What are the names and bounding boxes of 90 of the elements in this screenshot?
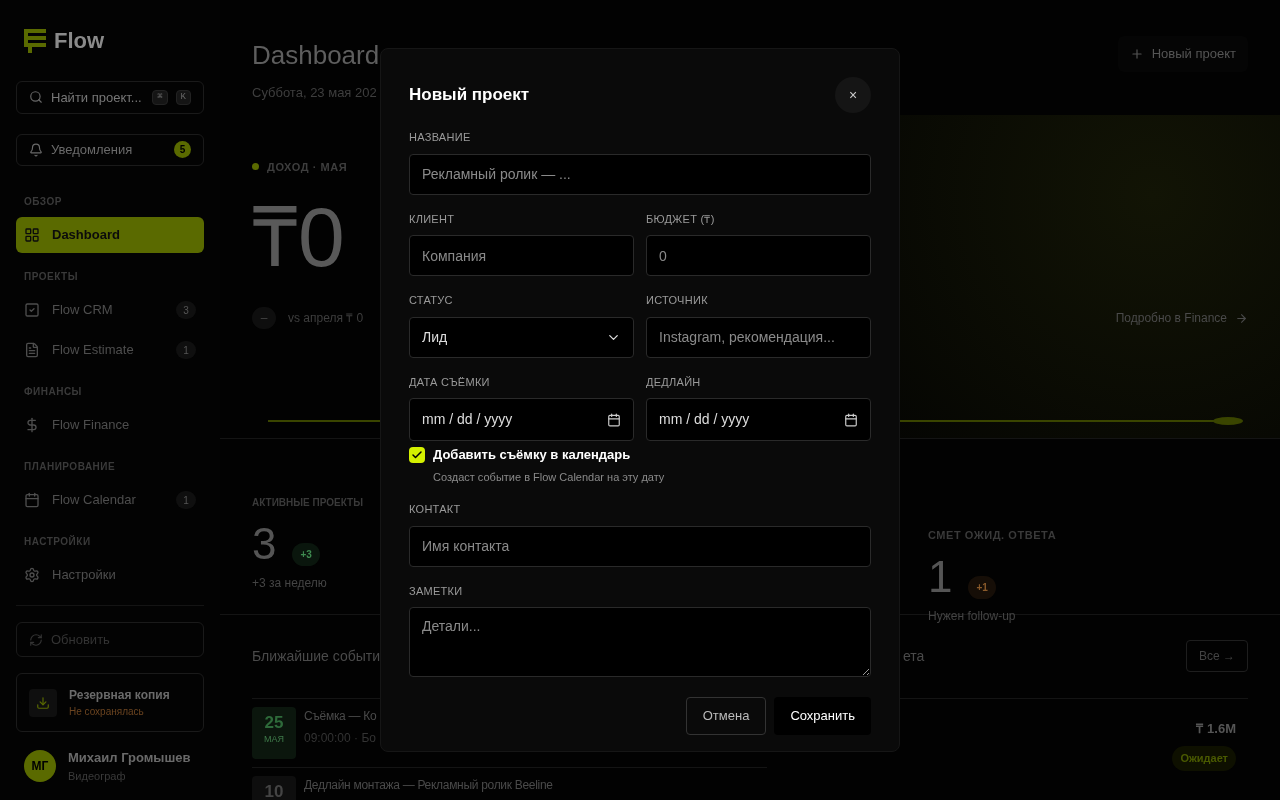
stat-badge: +1 xyxy=(968,576,996,599)
sidebar-item-label: Flow Estimate xyxy=(52,341,135,360)
revenue-label: ДОХОД · МАЯ xyxy=(267,159,348,175)
field-label: ДАТА СЪЁМКИ xyxy=(409,374,491,390)
dollar-icon xyxy=(24,417,40,433)
stat-label: СМЕТ ОЖИД. ОТВЕТА xyxy=(928,527,1057,543)
refresh-icon xyxy=(29,632,43,647)
finance-link[interactable]: Подробно в Finance xyxy=(1115,309,1248,327)
arrow-right-icon xyxy=(1235,311,1248,325)
estimate-status: Ожидает xyxy=(1172,746,1236,771)
search-field[interactable]: Найти проект... ⌘ K xyxy=(16,81,204,114)
calendar-icon xyxy=(844,412,858,427)
sidebar-item[interactable]: Flow Calendar 1 xyxy=(16,482,204,518)
item-count: 1 xyxy=(176,491,196,509)
event-title: Съёмка — Ко xyxy=(304,707,377,725)
stat-note: Нужен follow-up xyxy=(928,608,1016,625)
field-label: СТАТУС xyxy=(409,293,454,308)
date-field[interactable]: mm / dd / yyyy xyxy=(646,398,871,441)
brand-name: Flow xyxy=(54,27,105,55)
event-month: МАЯ xyxy=(264,732,284,746)
checkbox-icon xyxy=(24,302,40,318)
input-field[interactable]: Имя контакта xyxy=(409,525,871,567)
sidebar-item[interactable]: Flow Finance xyxy=(16,407,204,443)
sidebar-item[interactable]: Flow Estimate 1 xyxy=(16,332,204,368)
sidebar-item[interactable]: Dashboard xyxy=(16,217,204,253)
field-label: НАЗВАНИЕ xyxy=(409,130,472,145)
field-label: КЛИЕНТ xyxy=(409,211,456,227)
bell-icon xyxy=(29,142,43,157)
status-select[interactable]: Лид xyxy=(409,316,634,358)
logo-icon xyxy=(24,28,46,53)
search-icon xyxy=(29,90,43,105)
user-name: Михаил Громышев xyxy=(68,749,191,767)
page-date: Суббота, 23 мая 202 xyxy=(252,84,378,102)
stat-label: АКТИВНЫЕ ПРОЕКТЫ xyxy=(252,495,363,510)
stat-value: 1 xyxy=(928,555,953,599)
calendar-icon xyxy=(24,492,40,508)
notifications-button[interactable]: Уведомления 5 xyxy=(16,133,204,166)
save-button[interactable]: Сохранить xyxy=(774,697,871,735)
download-icon xyxy=(29,688,57,717)
calendar-icon xyxy=(607,412,621,427)
close-button[interactable]: × xyxy=(835,77,871,113)
input-field[interactable]: Instagram, рекомендация... xyxy=(646,316,871,358)
field-label: ДЕДЛАЙН xyxy=(646,374,702,390)
sidebar-item-label: Flow CRM xyxy=(52,301,114,320)
backup-status: Не сохранялась xyxy=(69,705,145,719)
sidebar-item-label: Flow Finance xyxy=(52,416,131,435)
document-icon xyxy=(24,342,40,358)
event-title: Дедлайн монтажа — Рекламный ролик Beeline xyxy=(304,776,553,794)
shortcut-key: K xyxy=(175,89,191,105)
grid-icon xyxy=(24,227,40,243)
revenue-comparison: vs апреля ₸ 0 xyxy=(288,310,364,327)
date-field[interactable]: mm / dd / yyyy xyxy=(409,398,634,441)
checkbox-hint: Создаст событие в Flow Calendar на эту дату xyxy=(433,469,666,485)
shortcut-key: ⌘ xyxy=(152,89,168,105)
stat-badge: +3 xyxy=(292,542,320,566)
estimates-title: ета xyxy=(903,646,925,666)
page-title: Dashboard xyxy=(252,39,380,72)
sidebar-item-label: Dashboard xyxy=(52,226,121,245)
plus-icon xyxy=(1129,46,1144,61)
revenue-value: ₸0 xyxy=(252,195,345,279)
calendar-checkbox[interactable] xyxy=(409,446,425,463)
search-placeholder: Найти проект... xyxy=(51,88,143,107)
field-label: ЗАМЕТКИ xyxy=(409,583,464,599)
input-field[interactable]: Рекламный ролик — ... xyxy=(409,153,871,195)
sidebar-item[interactable]: Flow CRM 3 xyxy=(16,292,204,328)
input-field[interactable]: Компания xyxy=(409,235,634,276)
stat-note: +3 за неделю xyxy=(252,574,327,592)
item-count: 3 xyxy=(176,301,196,319)
sidebar-item-label: Flow Calendar xyxy=(52,491,137,510)
checkbox-label: Добавить съёмку в календарь xyxy=(433,446,631,464)
item-count: 1 xyxy=(176,341,196,359)
checkmark-icon xyxy=(411,448,423,461)
sidebar-item[interactable]: Настройки xyxy=(16,557,204,593)
field-label: БЮДЖЕТ (₸) xyxy=(646,211,716,227)
field-label: КОНТАКТ xyxy=(409,502,462,517)
notification-count: 5 xyxy=(174,141,191,159)
notes-field[interactable]: Детали... xyxy=(409,607,871,677)
backup-title: Резервная копия xyxy=(69,687,170,704)
stat-value: 3 xyxy=(252,521,277,566)
dialog-title: Новый проект xyxy=(409,84,530,107)
estimate-amount: ₸ 1.6M xyxy=(1196,719,1236,738)
delta-badge: – xyxy=(252,307,276,329)
sidebar-item-label: Настройки xyxy=(52,566,117,585)
user-avatar: МГ xyxy=(24,750,56,782)
cancel-button[interactable]: Отмена xyxy=(685,697,767,735)
event-day: 25 xyxy=(264,712,284,733)
view-all-button[interactable]: Все → xyxy=(1186,640,1248,672)
input-field[interactable]: 0 xyxy=(646,235,871,276)
field-label: ИСТОЧНИК xyxy=(646,293,709,308)
settings-icon xyxy=(24,567,40,583)
